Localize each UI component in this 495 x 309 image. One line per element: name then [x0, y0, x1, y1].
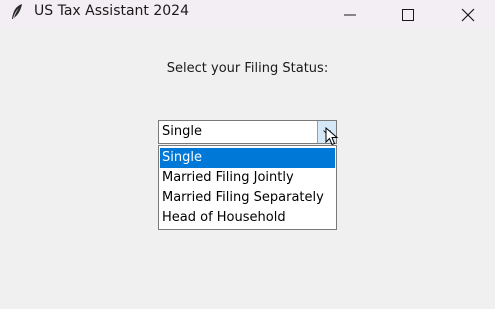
- combobox-value: Single: [162, 124, 202, 139]
- window-title: US Tax Assistant 2024: [34, 3, 189, 19]
- close-button[interactable]: [445, 0, 491, 29]
- title-bar[interactable]: US Tax Assistant 2024: [0, 0, 495, 29]
- maximize-icon: [402, 8, 414, 21]
- option-married-filing-jointly[interactable]: Married Filing Jointly: [160, 168, 335, 188]
- mouse-pointer-icon: [325, 127, 339, 146]
- filing-status-dropdown-list[interactable]: Single Married Filing Jointly Married Fi…: [158, 145, 337, 230]
- option-married-filing-separately[interactable]: Married Filing Separately: [160, 188, 335, 208]
- minimize-button[interactable]: [327, 0, 373, 29]
- minimize-icon: [344, 14, 356, 15]
- option-single[interactable]: Single: [160, 148, 335, 168]
- close-icon: [461, 8, 475, 21]
- filing-status-label: Select your Filing Status:: [166, 61, 329, 76]
- filing-status-combobox[interactable]: Single: [158, 120, 337, 144]
- option-head-of-household[interactable]: Head of Household: [160, 208, 335, 228]
- feather-icon: [12, 4, 22, 19]
- maximize-button[interactable]: [385, 0, 431, 29]
